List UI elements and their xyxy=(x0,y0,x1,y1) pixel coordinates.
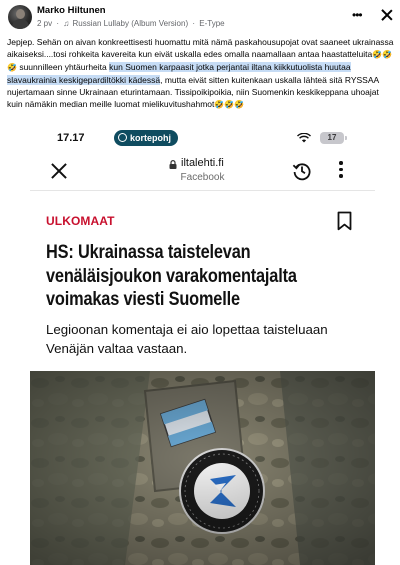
laughing-emoji: 🤣🤣🤣 xyxy=(214,100,245,109)
post-header: Marko Hiltunen 2 pv · ♫ Russian Lullaby … xyxy=(0,0,400,34)
lock-icon xyxy=(169,160,177,169)
post-time[interactable]: 2 pv xyxy=(37,19,52,28)
page-domain[interactable]: iltalehti.fi xyxy=(181,157,224,169)
status-time: 17.17 xyxy=(57,132,85,144)
battery-icon: 17 xyxy=(320,132,347,144)
article-category[interactable]: ULKOMAAT xyxy=(46,214,115,228)
song-artist[interactable]: E-Type xyxy=(199,19,224,28)
active-app-pill: kortepohj xyxy=(114,130,179,146)
close-icon[interactable] xyxy=(380,8,394,22)
phone-status-bar: 17.17 kortepohj 17 xyxy=(30,125,375,151)
more-vertical-icon[interactable] xyxy=(338,161,344,181)
article-headline[interactable]: HS: Ukrainassa taistelevan venäläisjouko… xyxy=(46,241,361,312)
post-text: Jepjep. Sehän on aivan konkreettisesti h… xyxy=(7,37,394,109)
bookmark-icon[interactable] xyxy=(337,211,352,231)
music-note-icon: ♫ xyxy=(63,19,70,28)
wifi-icon xyxy=(297,133,311,143)
in-app-browser-bar: iltalehti.fi Facebook xyxy=(30,151,375,191)
soldier-uniform-image xyxy=(30,371,375,565)
song-title[interactable]: Russian Lullaby (Album Version) xyxy=(73,19,189,28)
author-name[interactable]: Marko Hiltunen xyxy=(37,5,106,16)
history-icon[interactable] xyxy=(292,161,312,181)
shared-screenshot[interactable]: 17.17 kortepohj 17 iltalehti.fi Facebook… xyxy=(30,125,375,565)
article-lead: Legioonan komentaja ei aio lopettaa tais… xyxy=(46,322,328,356)
browser-source: Facebook xyxy=(180,172,225,183)
article-photo xyxy=(30,371,375,565)
app-icon xyxy=(118,133,127,142)
more-options-button[interactable]: ••• xyxy=(352,9,368,22)
post-meta: 2 pv · ♫ Russian Lullaby (Album Version)… xyxy=(37,19,225,28)
avatar[interactable] xyxy=(8,5,32,29)
